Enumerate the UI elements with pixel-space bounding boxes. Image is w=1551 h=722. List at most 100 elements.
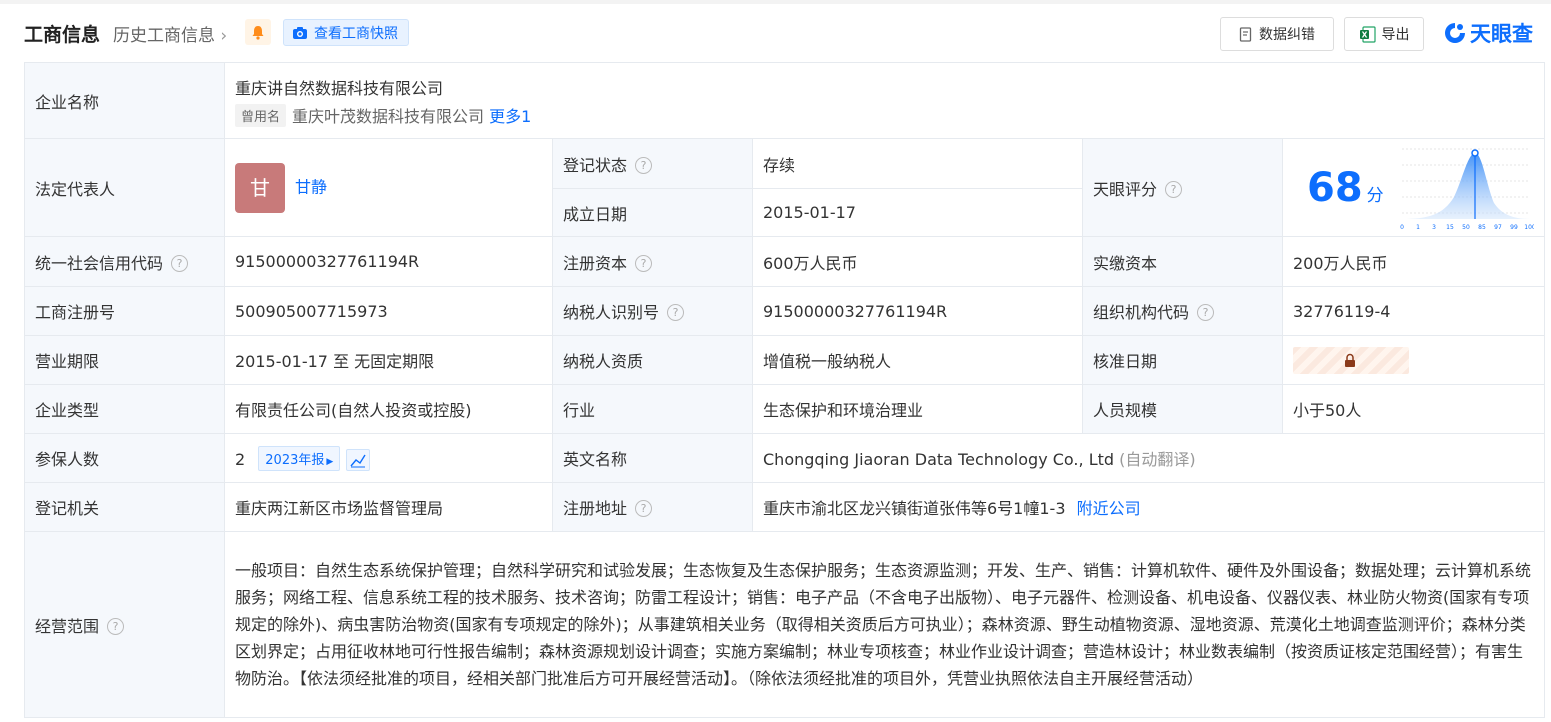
reg-status-label: 登记状态 [563,155,628,175]
company-type-label: 企业类型 [24,384,225,434]
tick-label: 97 [1494,224,1502,231]
business-scope-label: 经营范围 [35,616,100,636]
snapshot-button[interactable]: 查看工商快照 [283,19,409,46]
reg-number-label: 工商注册号 [24,286,225,336]
company-type-value: 有限责任公司(自然人投资或控股) [224,384,553,434]
insured-count-label: 参保人数 [24,433,225,483]
data-correction-label: 数据纠错 [1259,27,1315,43]
business-term-label: 营业期限 [24,335,225,385]
table-row: 法定代表人 甘甘静 登记状态? 存续 天眼评分? 68 分 0 1 3 15 5… [24,138,1546,237]
help-icon[interactable]: ? [635,500,653,517]
reg-address-value: 重庆市渝北区龙兴镇街道张伟等6号1幢1-3 [763,499,1066,518]
line-chart-icon [350,454,366,467]
nearby-companies-link[interactable]: 附近公司 [1077,499,1141,518]
former-name: 重庆叶茂数据科技有限公司 [292,106,485,126]
tick-label: 100 [1524,224,1534,231]
data-correction-button[interactable]: 数据纠错 [1220,17,1334,51]
former-name-tag: 曾用名 [235,103,287,127]
taxpayer-id-label-cell: 纳税人识别号? [552,286,753,336]
legal-rep-name-link[interactable]: 甘静 [295,177,327,196]
subscribe-button[interactable] [245,19,271,45]
score-value: 68 [1307,164,1363,211]
auto-translate-note: (自动翻译) [1119,450,1196,469]
history-info-link[interactable]: 历史工商信息 › [113,21,227,46]
more-former-names-link[interactable]: 更多1 [489,107,531,126]
annual-report-button[interactable]: 2023年报 ▶ [258,445,341,471]
lock-icon [1345,353,1355,367]
avatar: 甘 [235,162,285,213]
tick-label: 3 [1432,224,1436,231]
reg-capital-label: 注册资本 [563,253,628,273]
score-label: 天眼评分 [1093,179,1158,199]
tick-label: 15 [1446,224,1454,231]
staff-size-label: 人员规模 [1082,384,1283,434]
industry-label: 行业 [552,384,753,434]
bell-icon [252,25,264,40]
history-info-label: 历史工商信息 [113,26,215,46]
snapshot-label: 查看工商快照 [314,25,398,42]
help-icon[interactable]: ? [171,254,189,272]
credit-code-label: 统一社会信用代码 [35,253,164,273]
help-icon[interactable]: ? [635,254,653,272]
caret-right-icon: ▶ [326,456,334,467]
taxpayer-qual-label: 纳税人资质 [552,335,753,385]
svg-text:X: X [1361,30,1367,39]
paid-capital-value: 200万人民币 [1281,236,1546,287]
score-label-cell: 天眼评分? [1082,138,1283,237]
help-icon[interactable]: ? [667,304,685,321]
export-button[interactable]: X 导出 [1344,17,1424,51]
table-row: 登记机关 重庆两江新区市场监督管理局 注册地址? 重庆市渝北区龙兴镇街道张伟等6… [24,482,1546,532]
top-divider [0,0,1551,4]
reg-address-label-cell: 注册地址? [552,482,753,532]
table-row: 工商注册号 500905007715973 纳税人识别号? 9150000032… [24,286,1546,336]
paid-capital-label: 实缴资本 [1082,236,1283,287]
business-term-value: 2015-01-17 至 无固定期限 [224,335,553,385]
table-row: 企业类型 有限责任公司(自然人投资或控股) 行业 生态保护和环境治理业 人员规模… [24,384,1546,434]
table-row: 统一社会信用代码? 91500000327761194R 注册资本? 600万人… [24,236,1546,287]
approval-date-label: 核准日期 [1082,335,1283,385]
score-marker [1471,148,1479,157]
section-title: 工商信息 [24,24,101,46]
tick-label: 50 [1462,224,1470,231]
legal-rep-cell: 甘甘静 [224,138,553,237]
business-scope-label-cell: 经营范围? [24,531,225,718]
org-code-value: 32776119-4 [1281,286,1546,336]
vip-locked-value[interactable] [1293,346,1409,374]
business-info-table: 企业名称 重庆讲自然数据科技有限公司 曾用名 重庆叶茂数据科技有限公司 更多1 法… [24,62,1546,718]
help-icon[interactable]: ? [1165,180,1183,198]
company-name-cell: 重庆讲自然数据科技有限公司 曾用名 重庆叶茂数据科技有限公司 更多1 [223,62,1546,139]
table-row: 企业名称 重庆讲自然数据科技有限公司 曾用名 重庆叶茂数据科技有限公司 更多1 [24,62,1546,139]
former-name-line: 曾用名 重庆叶茂数据科技有限公司 更多1 [235,103,1534,127]
trend-chart-button[interactable] [346,448,371,471]
reg-capital-label-cell: 注册资本? [552,236,753,287]
edit-document-icon [1239,26,1252,42]
tick-labels: 0 1 3 15 50 85 97 99 100 [1400,224,1534,231]
tick-label: 0 [1400,224,1404,231]
company-name-label: 企业名称 [24,62,225,139]
distribution-curve [1402,152,1531,219]
help-icon[interactable]: ? [107,617,125,635]
annual-report-label: 2023年报 [265,452,325,468]
english-name-label: 英文名称 [552,433,753,483]
org-code-label-cell: 组织机构代码? [1082,286,1283,336]
established-date-value: 2015-01-17 [752,188,1083,237]
reg-authority-value: 重庆两江新区市场监督管理局 [224,482,553,532]
help-icon[interactable]: ? [1197,304,1215,321]
logo-icon [1445,23,1465,43]
org-code-label: 组织机构代码 [1093,303,1190,322]
reg-status-value: 存续 [752,138,1083,189]
chevron-right-icon: › [220,26,228,46]
business-scope-value: 一般项目：自然生态系统保护管理；自然科学研究和试验发展；生态恢复及生态保护服务；… [223,531,1546,718]
reg-number-value: 500905007715973 [224,286,553,336]
credit-code-value: 91500000327761194R [224,236,553,287]
tianyancha-logo: 天眼查 [1443,18,1533,48]
table-row: 参保人数 2 2023年报 ▶ 英文名称 Chongqing Jiaoran Da… [24,433,1546,483]
staff-size-value: 小于50人 [1281,384,1546,434]
table-row: 营业期限 2015-01-17 至 无固定期限 纳税人资质 增值税一般纳税人 核… [24,335,1546,385]
help-icon[interactable]: ? [635,156,653,174]
tick-label: 85 [1478,224,1486,231]
reg-capital-value: 600万人民币 [752,236,1083,287]
score-value-wrap: 68 分 [1293,165,1384,211]
table-row: 经营范围? 一般项目：自然生态系统保护管理；自然科学研究和试验发展；生态恢复及生… [24,531,1546,718]
export-label: 导出 [1381,27,1410,43]
